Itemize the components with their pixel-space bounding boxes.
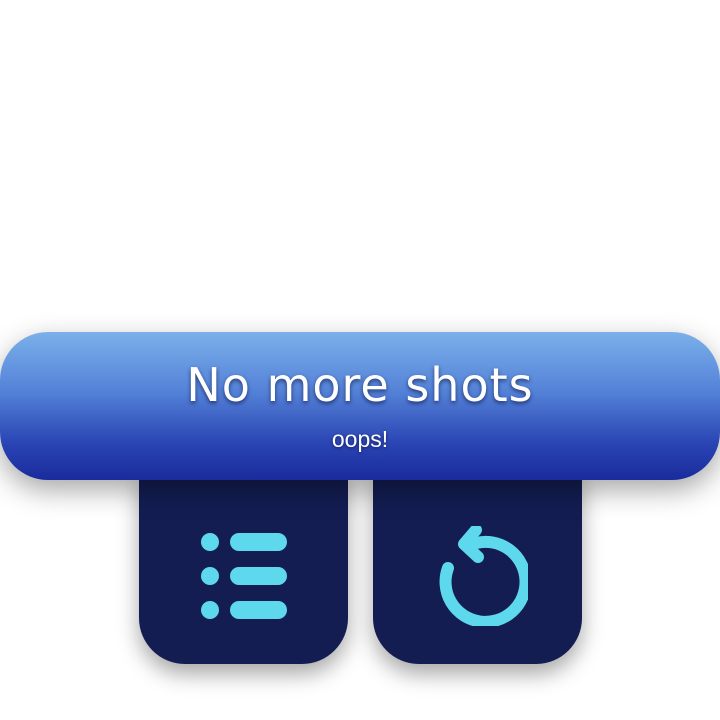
restart-icon: [439, 526, 528, 626]
retry-button[interactable]: [373, 470, 582, 664]
list-icon: [200, 533, 287, 619]
level-list-button[interactable]: [139, 470, 348, 664]
banner-subtitle: oops!: [331, 426, 389, 452]
banner-title: No more shots: [186, 358, 534, 412]
